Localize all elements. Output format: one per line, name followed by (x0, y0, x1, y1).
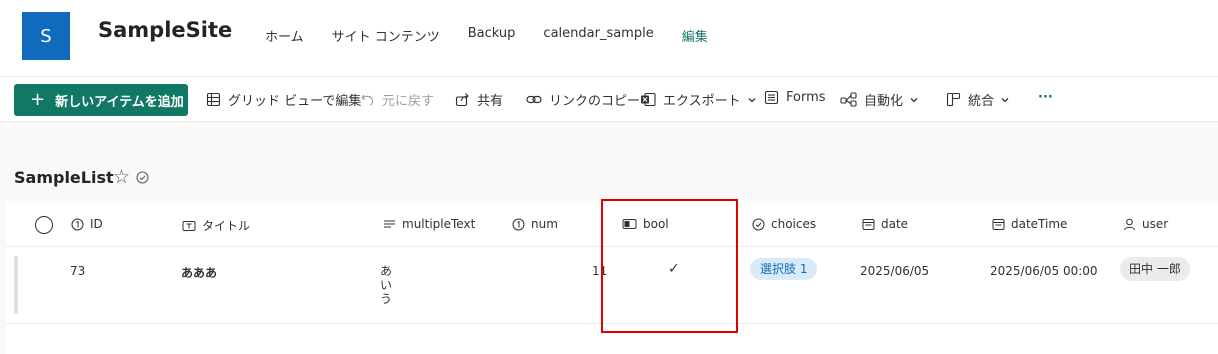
user-pill[interactable]: 田中 一郎 (1120, 257, 1190, 281)
nav-link-calendar-sample[interactable]: calendar_sample (543, 26, 653, 45)
multiline-line: あ (380, 264, 393, 278)
header-row: ID タイトル multipleText num bool choices da… (6, 201, 1218, 247)
export-button[interactable]: エクスポート (640, 90, 757, 109)
column-header-user[interactable]: user (1123, 217, 1168, 231)
table-row[interactable]: 73 あああ あ い う 11 ✓ 選択肢 1 2025/06/05 2025/… (6, 248, 1218, 324)
new-item-button[interactable]: + 新しいアイテムを追加 (14, 84, 188, 116)
cell-date: 2025/06/05 (860, 264, 930, 278)
column-header-id[interactable]: ID (71, 217, 103, 231)
column-label: bool (643, 217, 669, 231)
forms-icon (764, 90, 779, 105)
column-header-title[interactable]: タイトル (182, 217, 250, 234)
integrate-icon (946, 92, 961, 107)
chevron-down-icon (1001, 97, 1009, 102)
grid-edit-label: グリッド ビューで編集 (228, 94, 362, 109)
choice-pill[interactable]: 選択肢 1 (750, 258, 818, 280)
select-all-checkbox[interactable] (35, 216, 53, 234)
cell-bool-checkmark: ✓ (668, 261, 680, 277)
column-label: num (531, 217, 558, 231)
column-header-multipletext[interactable]: multipleText (383, 217, 475, 231)
row-selection-bar[interactable] (14, 256, 18, 314)
undo-icon (361, 94, 374, 106)
plus-icon: + (30, 89, 46, 110)
share-button[interactable]: 共有 (455, 90, 503, 109)
person-icon (1124, 218, 1135, 230)
column-label: multipleText (402, 217, 476, 231)
nav-link-backup[interactable]: Backup (468, 26, 516, 45)
column-label: date (881, 217, 909, 231)
site-logo[interactable]: S (22, 12, 70, 60)
grid-icon (206, 92, 221, 107)
share-icon (455, 93, 469, 107)
excel-icon (641, 92, 656, 107)
text-icon (182, 220, 196, 231)
chevron-down-icon (910, 97, 918, 102)
undo-button[interactable]: 元に戻す (360, 90, 434, 109)
calendar-icon (992, 218, 1005, 230)
column-header-date[interactable]: date (862, 217, 908, 231)
calendar-icon (862, 218, 875, 230)
export-label: エクスポート (663, 94, 741, 109)
star-icon[interactable]: ☆ (113, 166, 130, 188)
cell-datetime: 2025/06/05 00:00 (990, 264, 1098, 278)
forms-button[interactable]: Forms (764, 90, 826, 105)
link-icon (526, 95, 542, 104)
nav-link-home[interactable]: ホーム (265, 26, 304, 45)
command-bar: + 新しいアイテムを追加 グリッド ビューで編集 元に戻す 共有 リンクのコピー… (0, 76, 1218, 122)
site-header: S SampleSite ホーム サイト コンテンツ Backup calend… (0, 0, 1218, 76)
column-header-choices[interactable]: choices (752, 217, 816, 231)
flow-icon (840, 92, 857, 107)
automate-label: 自動化 (864, 94, 904, 109)
undo-label: 元に戻す (382, 94, 435, 109)
column-label: dateTime (1011, 217, 1068, 231)
cell-num: 11 (592, 264, 608, 278)
forms-label: Forms (786, 90, 826, 105)
grid-edit-button[interactable]: グリッド ビューで編集 (206, 90, 361, 109)
site-title[interactable]: SampleSite (98, 18, 232, 42)
column-label: user (1142, 217, 1169, 231)
list-title: SampleList (14, 168, 114, 187)
number-icon (71, 218, 84, 230)
cell-id: 73 (70, 264, 86, 278)
column-header-datetime[interactable]: dateTime (992, 217, 1067, 231)
cell-title[interactable]: あああ (181, 264, 217, 281)
number-icon (512, 218, 525, 230)
multiline-line: い (380, 278, 393, 292)
toggle-icon (622, 219, 637, 229)
more-options-button[interactable]: ··· (1038, 90, 1053, 105)
column-header-bool[interactable]: bool (622, 217, 669, 231)
share-label: 共有 (477, 94, 504, 109)
choice-icon (752, 218, 765, 230)
automate-button[interactable]: 自動化 (840, 90, 919, 109)
cell-multipletext: あ い う (380, 264, 392, 306)
top-nav: ホーム サイト コンテンツ Backup calendar_sample 編集 (265, 26, 736, 45)
chevron-down-icon (748, 97, 756, 102)
nav-link-edit[interactable]: 編集 (682, 26, 708, 45)
nav-link-site-contents[interactable]: サイト コンテンツ (332, 26, 440, 45)
integrate-label: 統合 (968, 94, 995, 109)
multiline-text-icon (384, 220, 395, 228)
copy-link-label: リンクのコピー (549, 94, 641, 109)
column-header-num[interactable]: num (512, 217, 558, 231)
multiline-line: う (380, 292, 393, 306)
column-label: タイトル (202, 219, 251, 233)
copy-link-button[interactable]: リンクのコピー (526, 90, 640, 109)
column-label: choices (771, 217, 817, 231)
column-label: ID (90, 217, 103, 231)
integrate-button[interactable]: 統合 (946, 90, 1010, 109)
check-circle-icon[interactable] (136, 171, 149, 184)
new-item-label: 新しいアイテムを追加 (55, 94, 184, 110)
list-grid: ID タイトル multipleText num bool choices da… (6, 201, 1218, 354)
